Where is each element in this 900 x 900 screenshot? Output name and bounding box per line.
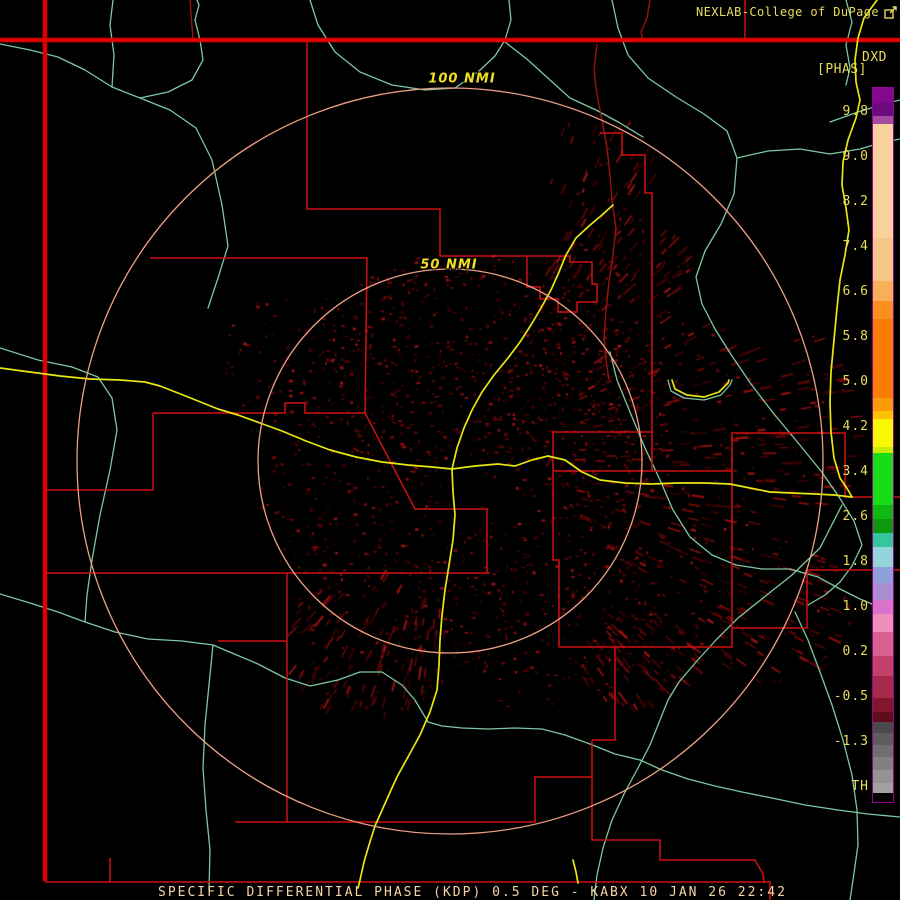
colorbar-tick-label: 1.0	[842, 599, 869, 614]
colorbar-tick-label: 0.2	[842, 644, 869, 659]
external-link-icon[interactable]	[884, 5, 897, 19]
colorbar-tick-label: 3.4	[842, 464, 869, 479]
colorbar-tick-label: -1.3	[833, 734, 869, 749]
product-units: [PHAS]	[817, 62, 867, 77]
colorbar-gradient	[873, 88, 893, 802]
header: NEXLAB-College of DuPage	[696, 5, 897, 19]
colorbar-tick-label: 9.8	[842, 104, 869, 119]
colorbar-tick-label: 4.2	[842, 419, 869, 434]
range-ring-outer	[76, 87, 824, 835]
ring-label-outer: 100 NMI	[428, 71, 496, 87]
rivers-layer	[0, 0, 900, 900]
radar-display: NEXLAB-College of DuPage DXD [PHAS] 100 …	[0, 0, 900, 900]
map-overlay	[0, 0, 900, 900]
colorbar-tick-label: 6.6	[842, 284, 869, 299]
range-ring-inner	[257, 268, 643, 654]
highways-layer	[0, 0, 878, 889]
colorbar-tick-label: 9.0	[842, 149, 869, 164]
colorbar-tick-label: -0.5	[833, 689, 869, 704]
colorbar-tick-label: TH	[851, 779, 869, 794]
site-title: NEXLAB-College of DuPage	[696, 5, 879, 19]
ring-label-inner: 50 NMI	[420, 257, 478, 273]
secondary-boundary-layer	[189, 0, 651, 381]
colorbar-tick-label: 8.2	[842, 194, 869, 209]
range-rings-layer	[76, 87, 824, 835]
colorbar	[872, 87, 894, 803]
colorbar-tick-label: 5.0	[842, 374, 869, 389]
county-lines-layer	[45, 0, 900, 900]
colorbar-tick-label: 5.8	[842, 329, 869, 344]
colorbar-tick-label: 7.4	[842, 239, 869, 254]
state-borders-layer	[0, 0, 900, 881]
product-caption: SPECIFIC DIFFERENTIAL PHASE (KDP) 0.5 DE…	[158, 885, 787, 900]
colorbar-tick-label: 1.8	[842, 554, 869, 569]
colorbar-tick-label: 2.6	[842, 509, 869, 524]
